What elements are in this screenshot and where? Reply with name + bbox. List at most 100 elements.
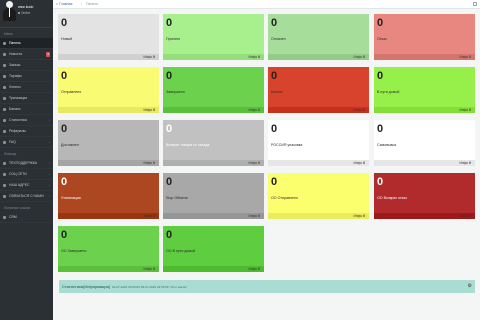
sidebar-help-item-1[interactable]: СОЦ СЕТИ ‹: [0, 169, 53, 180]
status-tile[interactable]: 0 Оплачен Инфо 0: [268, 14, 369, 60]
sidebar-item-6[interactable]: Баланс: [0, 104, 53, 115]
tile-footer[interactable]: Инфо 0: [58, 54, 159, 60]
tile-label: Отказ: [377, 37, 387, 41]
tile-info[interactable]: Инфо 0: [248, 267, 260, 271]
menu-item-icon: [3, 108, 6, 111]
tile-info-value: 0: [363, 161, 365, 165]
tile-info[interactable]: Инфо 0: [353, 214, 365, 218]
sidebar-extra-item-0[interactable]: CRM: [0, 212, 53, 223]
tile-footer[interactable]: Инфо 0: [58, 160, 159, 166]
sidebar-item-label: CRM: [9, 215, 17, 219]
tile-footer[interactable]: Инфо 0: [163, 213, 264, 219]
settings-icon[interactable]: [473, 2, 477, 6]
sidebar-item-4[interactable]: Логины: [0, 82, 53, 93]
status-tile[interactable]: 0 Утилизация Инфо 0: [58, 173, 159, 219]
status-tile[interactable]: 0 Новый Инфо 0: [58, 14, 159, 60]
tile-count: 0: [61, 123, 68, 135]
tile-info[interactable]: Инфо 0: [248, 161, 260, 165]
status-tile[interactable]: 0 ОО Завершено Инфо 0: [58, 226, 159, 272]
tile-info[interactable]: Инфо 0: [459, 161, 471, 165]
sidebar-item-5[interactable]: Транзакции: [0, 93, 53, 104]
sidebar-item-7[interactable]: Статистика ‹: [0, 115, 53, 126]
menu-item-icon: [3, 86, 6, 89]
tile-footer[interactable]: Инфо 0: [163, 266, 264, 272]
status-tile[interactable]: 0 Принято Инфо 0: [163, 14, 264, 60]
sidebar-section-help: Помощь: [4, 152, 17, 156]
tile-info[interactable]: Инфо 0: [248, 108, 260, 112]
tile-footer[interactable]: Инфо 0: [374, 54, 475, 60]
tile-footer[interactable]: Инфо 0: [268, 54, 369, 60]
avatar[interactable]: [3, 1, 16, 21]
tile-info[interactable]: Инфо 0: [248, 55, 260, 59]
status-tile[interactable]: 0 ОО Отправлено Инфо 0: [268, 173, 369, 219]
status-tile[interactable]: 0 Отправлено Инфо 0: [58, 67, 159, 113]
tile-count: 0: [166, 176, 173, 188]
sidebar-help-item-0[interactable]: ТЕХПОДДЕРЖКА ‹: [0, 158, 53, 169]
sidebar-item-3[interactable]: Тарифы: [0, 71, 53, 82]
status-tile[interactable]: 0 Клиент Инфо 0: [268, 67, 369, 113]
tile-count: 0: [377, 123, 384, 135]
sidebar-help-item-2[interactable]: НАШ АДРЕС ‹: [0, 180, 53, 191]
gear-icon[interactable]: ⚙: [468, 283, 472, 289]
sidebar-item-label: Панель: [9, 41, 21, 45]
user-status: Online: [18, 11, 30, 15]
breadcrumb-current: Панель: [86, 2, 99, 6]
sidebar-item-1[interactable]: Новости 2: [0, 49, 53, 60]
status-tile[interactable]: 0 Доставлен Инфо 0: [58, 120, 159, 166]
tile-info[interactable]: Инфо 0: [353, 108, 365, 112]
sidebar-help-item-3[interactable]: СВЯЗАТЬСЯ С НАМИ ‹: [0, 191, 53, 202]
status-tile[interactable]: 0 Завершено Инфо 0: [163, 67, 264, 113]
breadcrumb-home[interactable]: ⌂ Главная: [56, 2, 72, 6]
chevron-left-icon: ‹: [49, 140, 50, 144]
chevron-left-icon: ‹: [49, 194, 50, 198]
status-tile[interactable]: 0 Возврат товара со склада Инфо 0: [163, 120, 264, 166]
breadcrumb-home-label: Главная: [59, 2, 73, 6]
tile-info-value: 0: [469, 161, 471, 165]
tile-info[interactable]: Инфо 0: [459, 108, 471, 112]
tile-footer[interactable]: Инфо 0: [374, 160, 475, 166]
tile-footer[interactable]: Инфо 0: [374, 213, 475, 219]
tile-label: Принято: [166, 37, 181, 41]
status-tile[interactable]: 0 Отказ Инфо 0: [374, 14, 475, 60]
sidebar-item-2[interactable]: Заказы: [0, 60, 53, 71]
tile-info[interactable]: Инфо 0: [143, 214, 155, 218]
sidebar-item-9[interactable]: FAQ ‹: [0, 137, 53, 148]
tile-info[interactable]: Инфо 0: [143, 161, 155, 165]
tile-info[interactable]: Инфо 0: [459, 214, 471, 218]
sidebar-item-label: Логины: [9, 85, 21, 89]
status-tile[interactable]: 0 Stop Обмена Инфо 0: [163, 173, 264, 219]
tile-info-label: Инфо: [143, 267, 153, 271]
tile-footer[interactable]: Инфо 0: [268, 213, 369, 219]
tile-footer[interactable]: Инфо 0: [58, 266, 159, 272]
sidebar-item-label: Статистика: [9, 118, 27, 122]
tile-footer[interactable]: Инфо 0: [268, 160, 369, 166]
tile-footer[interactable]: Инфо 0: [163, 107, 264, 113]
status-tile[interactable]: 0 ОО В пути домой Инфо 0: [163, 226, 264, 272]
tile-info[interactable]: Инфо 0: [143, 108, 155, 112]
tile-info[interactable]: Инфо 0: [459, 55, 471, 59]
tile-count: 0: [271, 176, 278, 188]
tile-footer[interactable]: Инфо 0: [163, 54, 264, 60]
tile-footer[interactable]: Инфо 0: [374, 107, 475, 113]
tile-label: Новый: [61, 37, 73, 41]
tile-info[interactable]: Инфо 0: [353, 161, 365, 165]
tile-footer[interactable]: Инфо 0: [58, 213, 159, 219]
tile-info[interactable]: Инфо 0: [248, 214, 260, 218]
menu-item-icon: [3, 64, 6, 67]
sidebar-item-0[interactable]: Панель: [0, 38, 53, 49]
status-tile[interactable]: 0 РОССИЯ упаковка Инфо 0: [268, 120, 369, 166]
status-tile[interactable]: 0 ОО Возврат отказ Инфо 0: [374, 173, 475, 219]
tile-info[interactable]: Инфо 0: [353, 55, 365, 59]
tile-footer[interactable]: Инфо 0: [58, 107, 159, 113]
tile-label: Завершено: [166, 90, 185, 94]
tile-footer[interactable]: Инфо 0: [163, 160, 264, 166]
tile-info[interactable]: Инфо 0: [143, 55, 155, 59]
tile-footer[interactable]: Инфо 0: [268, 107, 369, 113]
tile-info-label: Инфо: [459, 161, 469, 165]
sidebar-item-8[interactable]: Рефералы: [0, 126, 53, 137]
status-tile[interactable]: 0 Самовывоз Инфо 0: [374, 120, 475, 166]
status-tile[interactable]: 0 В пути домой Инфо 0: [374, 67, 475, 113]
tile-info[interactable]: Инфо 0: [143, 267, 155, 271]
statistics-panel[interactable]: Статистика(Информация) 01-07-2020 00:00:…: [59, 280, 475, 293]
tile-info-value: 0: [469, 214, 471, 218]
